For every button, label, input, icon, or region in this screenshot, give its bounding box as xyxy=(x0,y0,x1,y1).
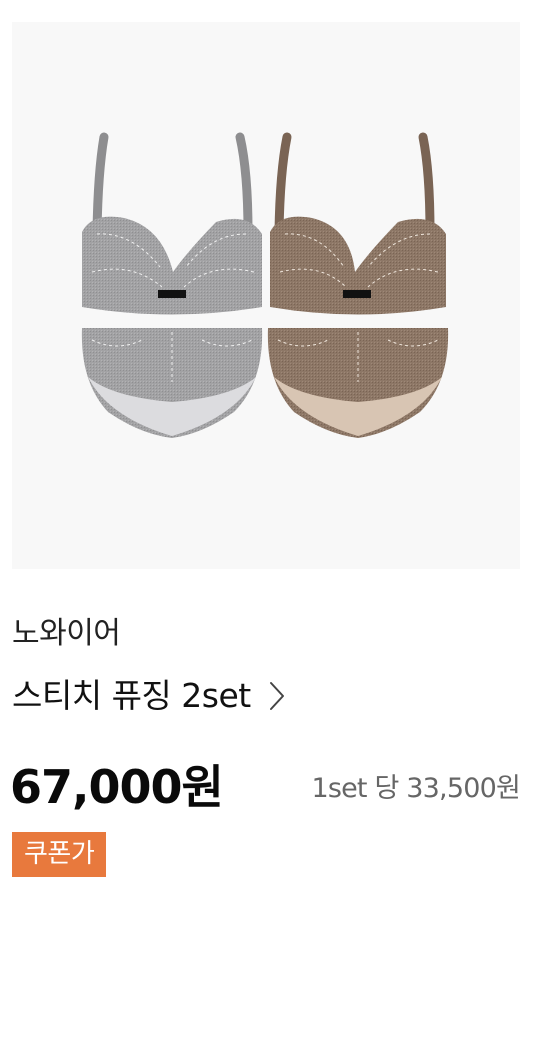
product-title: 스티치 퓨징 2set xyxy=(12,676,251,715)
chevron-right-icon xyxy=(269,681,285,711)
product-title-link[interactable]: 스티치 퓨징 2set xyxy=(12,672,285,720)
brand-name: 노와이어 xyxy=(12,616,121,651)
product-photo-illustration xyxy=(81,132,449,438)
unit-price: 1set 당 33,500원 xyxy=(311,773,520,804)
brown-set xyxy=(267,132,449,438)
grey-set xyxy=(81,132,263,438)
product-image[interactable] xyxy=(12,22,520,569)
coupon-badge: 쿠폰가 xyxy=(12,832,107,877)
product-price: 67,000원 xyxy=(10,760,224,814)
coupon-badge-label: 쿠폰가 xyxy=(24,839,95,869)
